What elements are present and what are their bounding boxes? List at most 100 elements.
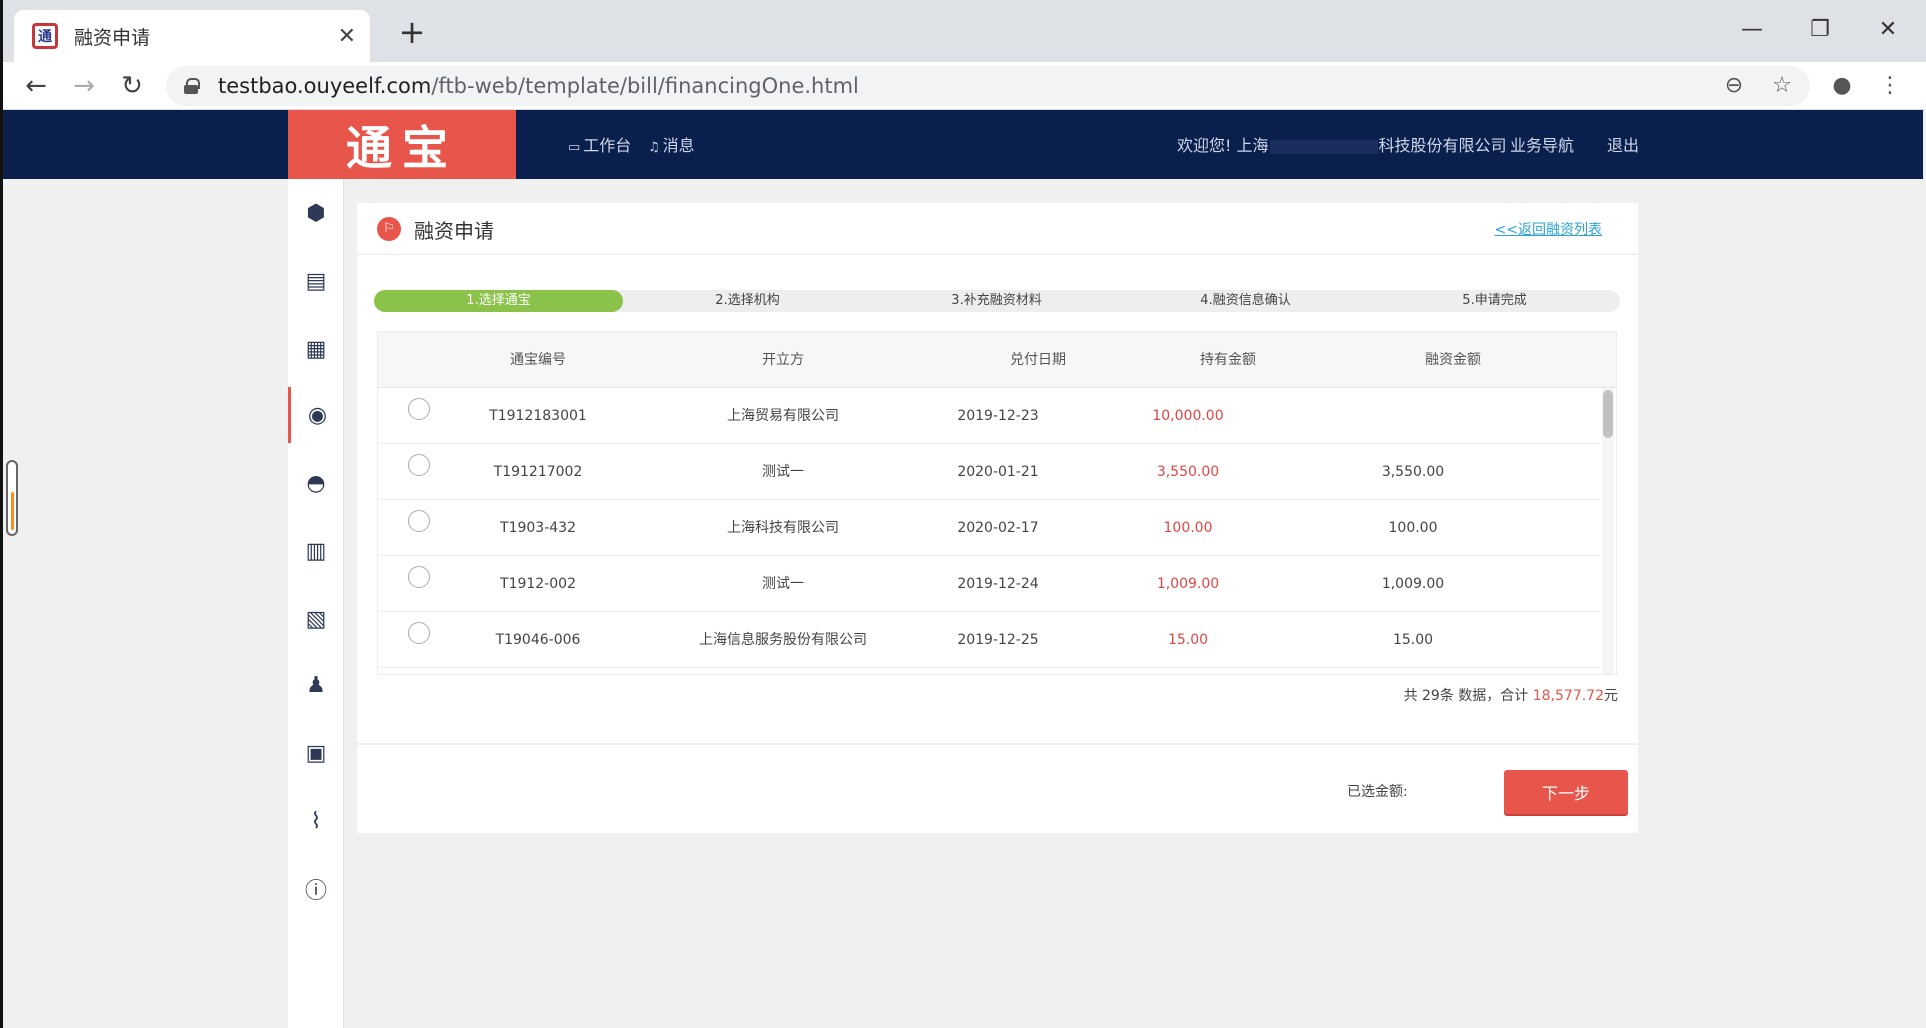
monitor-icon: ▭ — [568, 140, 581, 155]
sidebar: ⬢ ▤ ▦ ◉ ◓ ▥ ▧ ♟ ▣ ⌇ ⓘ — [288, 179, 344, 1028]
user-settings-icon[interactable]: ♟ — [288, 657, 344, 713]
cell-date: 2019-12-23 — [957, 408, 1039, 424]
box-icon[interactable]: ⬢ — [288, 185, 344, 241]
welcome-text: 欢迎您! 上海 科技股份有限公司 — [1177, 136, 1507, 155]
cell-code: T1903-432 — [500, 520, 576, 536]
row-radio[interactable] — [408, 622, 430, 644]
cell-held: 100.00 — [1163, 520, 1213, 536]
url-text: testbao.ouyeelf.com/ftb-web/template/bil… — [218, 74, 859, 98]
col-financing: 融资金额 — [1425, 352, 1481, 368]
flag-icon: ⚐ — [377, 217, 401, 241]
cell-held: 15.00 — [1167, 632, 1209, 648]
browser-tab-strip: 通 融资申请 ✕ + — ❐ ✕ — [0, 0, 1926, 62]
lock-icon — [184, 78, 200, 94]
stack-icon[interactable]: ▧ — [288, 591, 344, 647]
profile-icon[interactable]: ● — [1828, 72, 1856, 100]
zoom-out-icon[interactable]: ⊖ — [1720, 72, 1748, 100]
logout-link[interactable]: 退出 — [1607, 132, 1639, 156]
page-title: 融资申请 — [414, 219, 494, 243]
minimize-icon[interactable]: — — [1722, 10, 1782, 50]
browser-toolbar: ← → ↻ testbao.ouyeelf.com/ftb-web/templa… — [0, 62, 1926, 110]
table-summary: 共 29条 数据，合计 18,577.72元 — [1403, 688, 1618, 704]
calendar-bill-icon[interactable]: ▦ — [288, 321, 344, 377]
table-body: T1912183001 上海贸易有限公司 2019-12-23 10,000.0… — [378, 388, 1600, 668]
table-row[interactable]: T1903-432 上海科技有限公司 2020-02-17 100.00 100… — [378, 500, 1600, 556]
table-header: 通宝编号 开立方 兑付日期 持有金额 融资金额 — [378, 332, 1616, 388]
back-to-list-link[interactable]: <<返回融资列表 — [1495, 219, 1602, 239]
row-radio[interactable] — [408, 398, 430, 420]
brand-logo[interactable]: 通宝 — [288, 110, 516, 179]
messages-link[interactable]: ♫ 消息 — [648, 132, 695, 156]
cell-financing: 3,550.00 — [1381, 464, 1445, 480]
step-1: 1.选择通宝 — [374, 290, 623, 312]
verified-doc-icon[interactable]: ▣ — [288, 725, 344, 781]
menu-dots-icon[interactable]: ⋮ — [1876, 72, 1904, 100]
cell-issuer: 测试一 — [762, 464, 804, 480]
workbench-link[interactable]: ▭ 工作台 — [568, 132, 631, 156]
total-amount: 18,577.72 — [1532, 688, 1604, 704]
cell-financing: 1,009.00 — [1381, 576, 1445, 592]
step-5: 5.申请完成 — [1462, 293, 1527, 308]
cell-issuer: 测试一 — [762, 576, 804, 592]
address-bar[interactable]: testbao.ouyeelf.com/ftb-web/template/bil… — [166, 66, 1810, 106]
cell-issuer: 上海信息服务股份有限公司 — [699, 632, 867, 648]
table-scrollbar[interactable] — [1602, 388, 1614, 674]
cell-date: 2019-12-24 — [957, 576, 1039, 592]
cell-date: 2020-01-21 — [957, 464, 1039, 480]
cell-held: 1,009.00 — [1156, 576, 1220, 592]
cell-financing — [1298, 388, 1528, 444]
step-3: 3.补充融资材料 — [951, 293, 1042, 308]
cell-date: 2020-02-17 — [957, 520, 1039, 536]
alert-icon[interactable]: ⓘ — [288, 861, 344, 917]
row-radio[interactable] — [408, 454, 430, 476]
restore-icon[interactable]: ❐ — [1790, 10, 1850, 50]
action-bar: 已选金额: 下一步 — [357, 744, 1638, 833]
selected-amount-label: 已选金额: — [1347, 784, 1408, 800]
cell-financing: 15.00 — [1392, 632, 1434, 648]
row-radio[interactable] — [408, 510, 430, 532]
tab-title: 融资申请 — [74, 26, 151, 49]
tab-close-icon[interactable]: ✕ — [338, 24, 356, 49]
cell-held: 3,550.00 — [1156, 464, 1220, 480]
reload-icon[interactable]: ↻ — [114, 68, 150, 104]
page-side-scroll-handle[interactable] — [6, 460, 18, 536]
step-2: 2.选择机构 — [715, 293, 780, 308]
cell-held: 10,000.00 — [1152, 408, 1224, 424]
financing-card: ⚐ 融资申请 <<返回融资列表 1.选择通宝 2.选择机构 3.补充融资材料 4… — [357, 203, 1638, 743]
cell-code: T1912183001 — [489, 408, 587, 424]
row-radio[interactable] — [408, 566, 430, 588]
col-held: 持有金额 — [1200, 352, 1256, 368]
new-tab-button[interactable]: + — [392, 12, 432, 52]
forward-arrow-icon[interactable]: → — [66, 68, 102, 104]
bill-table: 通宝编号 开立方 兑付日期 持有金额 融资金额 T1912183001 上海贸易… — [377, 331, 1617, 675]
table-row[interactable]: T1912183001 上海贸易有限公司 2019-12-23 10,000.0… — [378, 388, 1600, 444]
table-row[interactable]: T191217002 测试一 2020-01-21 3,550.00 3,550… — [378, 444, 1600, 500]
bell-icon: ♫ — [648, 140, 660, 155]
browser-tab[interactable]: 通 融资申请 ✕ — [14, 10, 370, 62]
card-header: ⚐ 融资申请 <<返回融资列表 — [357, 203, 1638, 255]
business-nav-link[interactable]: 业务导航 — [1510, 132, 1574, 156]
table-row[interactable]: T19046-006 上海信息服务股份有限公司 2019-12-25 15.00… — [378, 612, 1600, 668]
bill-transfer-icon[interactable]: ▤ — [288, 253, 344, 309]
cell-code: T1912-002 — [500, 576, 576, 592]
cell-financing: 100.00 — [1388, 520, 1438, 536]
cell-date: 2019-12-25 — [957, 632, 1039, 648]
back-arrow-icon[interactable]: ← — [18, 68, 54, 104]
col-code: 通宝编号 — [510, 352, 566, 368]
col-date: 兑付日期 — [1010, 352, 1066, 368]
step-4: 4.融资信息确认 — [1200, 293, 1291, 308]
table-scrollbar-thumb[interactable] — [1603, 390, 1613, 438]
app-header: 通宝 ▭ 工作台 ♫ 消息 欢迎您! 上海 科技股份有限公司 业务导航 退出 — [3, 110, 1923, 179]
bookmark-star-icon[interactable]: ☆ — [1768, 72, 1796, 100]
cell-issuer: 上海科技有限公司 — [727, 520, 839, 536]
cell-code: T19046-006 — [495, 632, 581, 648]
step-progress: 1.选择通宝 2.选择机构 3.补充融资材料 4.融资信息确认 5.申请完成 — [374, 290, 1620, 312]
col-issuer: 开立方 — [762, 352, 804, 368]
ingot-icon[interactable]: ◓ — [288, 455, 344, 511]
document-list-icon[interactable]: ▥ — [288, 523, 344, 579]
next-step-button[interactable]: 下一步 — [1504, 770, 1628, 814]
table-row[interactable]: T1912-002 测试一 2019-12-24 1,009.00 1,009.… — [378, 556, 1600, 612]
coins-icon[interactable]: ◉ — [288, 387, 344, 443]
attachment-icon[interactable]: ⌇ — [288, 793, 344, 849]
window-close-icon[interactable]: ✕ — [1858, 10, 1918, 50]
